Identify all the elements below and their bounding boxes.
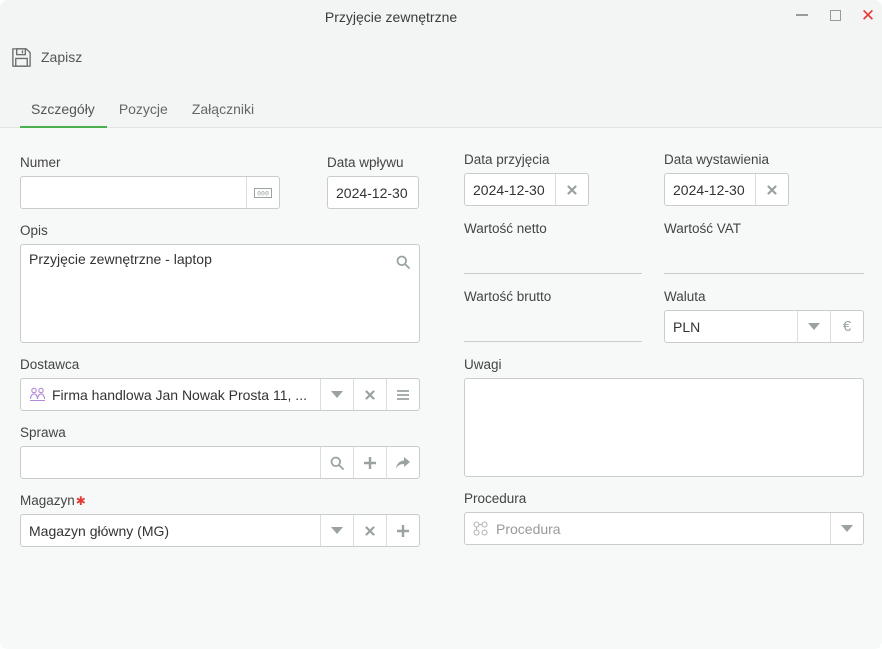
clear-icon bbox=[567, 184, 577, 195]
chevron-down-icon bbox=[841, 525, 853, 532]
plus-icon bbox=[397, 524, 409, 537]
waluta-dropdown-button[interactable] bbox=[797, 311, 830, 342]
clear-icon bbox=[365, 389, 375, 400]
minimize-icon bbox=[796, 14, 808, 16]
sprawa-field[interactable] bbox=[20, 446, 420, 479]
search-icon[interactable] bbox=[396, 255, 410, 269]
share-arrow-icon bbox=[396, 456, 410, 469]
sprawa-add-button[interactable] bbox=[353, 447, 386, 478]
magazyn-label: Magazyn✱ bbox=[20, 493, 86, 509]
euro-icon: € bbox=[842, 318, 852, 335]
waluta-label: Waluta bbox=[664, 289, 706, 304]
wartosc-vat-label: Wartość VAT bbox=[664, 221, 742, 236]
sprawa-input[interactable] bbox=[21, 447, 320, 478]
opis-textarea[interactable]: Przyjęcie zewnętrzne - laptop bbox=[20, 244, 420, 343]
magazyn-select[interactable]: Magazyn główny (MG) bbox=[20, 514, 420, 547]
dostawca-field[interactable]: Firma handlowa Jan Nowak Prosta 11, ... bbox=[20, 378, 420, 411]
data-wystawienia-clear-button[interactable] bbox=[755, 174, 788, 205]
data-przyjecia-clear-button[interactable] bbox=[555, 174, 588, 205]
clear-icon bbox=[767, 184, 777, 195]
procedura-dropdown-button[interactable] bbox=[830, 513, 863, 544]
minimize-button[interactable] bbox=[791, 4, 813, 26]
data-wplywu-field[interactable]: 2024-12-30 bbox=[327, 176, 419, 209]
procedura-label: Procedura bbox=[464, 491, 527, 506]
numer-label: Numer bbox=[20, 155, 61, 170]
wartosc-netto-label: Wartość netto bbox=[464, 221, 547, 236]
sprawa-search-button[interactable] bbox=[320, 447, 353, 478]
data-przyjecia-field[interactable]: 2024-12-30 bbox=[464, 173, 589, 206]
uwagi-label: Uwagi bbox=[464, 357, 502, 372]
waluta-select[interactable]: PLN € bbox=[664, 310, 864, 343]
chevron-down-icon bbox=[808, 323, 820, 330]
procedura-placeholder: Procedura bbox=[496, 520, 561, 537]
dostawca-dropdown-button[interactable] bbox=[320, 379, 353, 410]
wartosc-vat-field bbox=[664, 273, 864, 274]
save-button[interactable]: Zapisz bbox=[10, 42, 82, 72]
data-przyjecia-label: Data przyjęcia bbox=[464, 152, 550, 167]
close-button[interactable]: ✕ bbox=[857, 4, 879, 26]
uwagi-textarea[interactable] bbox=[464, 378, 864, 477]
svg-text:000: 000 bbox=[257, 189, 269, 197]
tab-pozycje[interactable]: Pozycje bbox=[107, 92, 180, 128]
required-marker: ✱ bbox=[75, 494, 86, 508]
window-title: Przyjęcie zewnętrzne bbox=[324, 9, 458, 25]
data-przyjecia-input[interactable]: 2024-12-30 bbox=[465, 174, 555, 205]
plus-icon bbox=[364, 456, 376, 469]
list-icon bbox=[397, 389, 409, 400]
chevron-down-icon bbox=[331, 391, 343, 398]
procedura-value-wrap: Procedura bbox=[465, 513, 830, 544]
dostawca-value: Firma handlowa Jan Nowak Prosta 11, ... bbox=[52, 386, 307, 403]
tab-zalaczniki[interactable]: Załączniki bbox=[180, 92, 266, 128]
magazyn-add-button[interactable] bbox=[386, 515, 419, 546]
data-wystawienia-input[interactable]: 2024-12-30 bbox=[665, 174, 755, 205]
data-wplywu-input[interactable]: 2024-12-30 bbox=[328, 177, 418, 208]
header-bar: Przyjęcie zewnętrzne ✕ Zapisz Szczegóły … bbox=[0, 0, 882, 128]
magazyn-dropdown-button[interactable] bbox=[320, 515, 353, 546]
sprawa-goto-button[interactable] bbox=[386, 447, 419, 478]
tab-szczegoly[interactable]: Szczegóły bbox=[20, 92, 107, 128]
data-wystawienia-label: Data wystawienia bbox=[664, 152, 770, 167]
magazyn-value: Magazyn główny (MG) bbox=[29, 522, 170, 539]
close-icon: ✕ bbox=[860, 5, 876, 25]
chevron-down-icon bbox=[331, 527, 343, 534]
currency-button[interactable]: € bbox=[830, 311, 863, 342]
numer-input[interactable] bbox=[21, 177, 246, 208]
clear-icon bbox=[365, 525, 375, 536]
dialog-window: Przyjęcie zewnętrzne ✕ Zapisz Szczegóły … bbox=[0, 0, 882, 649]
wartosc-netto-field bbox=[464, 273, 642, 274]
sprawa-label: Sprawa bbox=[20, 425, 66, 440]
workflow-icon bbox=[473, 521, 488, 536]
dostawca-value-wrap: Firma handlowa Jan Nowak Prosta 11, ... bbox=[21, 379, 320, 410]
opis-label: Opis bbox=[20, 223, 48, 238]
wartosc-brutto-field bbox=[464, 341, 642, 342]
procedura-select[interactable]: Procedura bbox=[464, 512, 864, 545]
search-icon bbox=[330, 456, 344, 470]
wartosc-brutto-label: Wartość brutto bbox=[464, 289, 552, 304]
floppy-disk-icon bbox=[12, 47, 31, 67]
dostawca-list-button[interactable] bbox=[386, 379, 419, 410]
magazyn-label-text: Magazyn bbox=[20, 493, 75, 508]
contractor-icon bbox=[29, 387, 46, 402]
magazyn-clear-button[interactable] bbox=[353, 515, 386, 546]
save-label: Zapisz bbox=[41, 49, 83, 65]
numbering-icon: 000 bbox=[254, 187, 272, 198]
data-wystawienia-field[interactable]: 2024-12-30 bbox=[664, 173, 789, 206]
data-wplywu-label: Data wpływu bbox=[327, 155, 404, 170]
maximize-button[interactable] bbox=[824, 4, 846, 26]
numbering-button[interactable]: 000 bbox=[246, 177, 279, 208]
waluta-value: PLN bbox=[673, 318, 701, 335]
tab-bar: Szczegóły Pozycje Załączniki bbox=[20, 92, 266, 128]
dostawca-clear-button[interactable] bbox=[353, 379, 386, 410]
maximize-icon bbox=[829, 9, 841, 21]
numer-field[interactable]: 000 bbox=[20, 176, 280, 209]
dostawca-label: Dostawca bbox=[20, 357, 80, 372]
opis-value: Przyjęcie zewnętrzne - laptop bbox=[29, 251, 212, 267]
